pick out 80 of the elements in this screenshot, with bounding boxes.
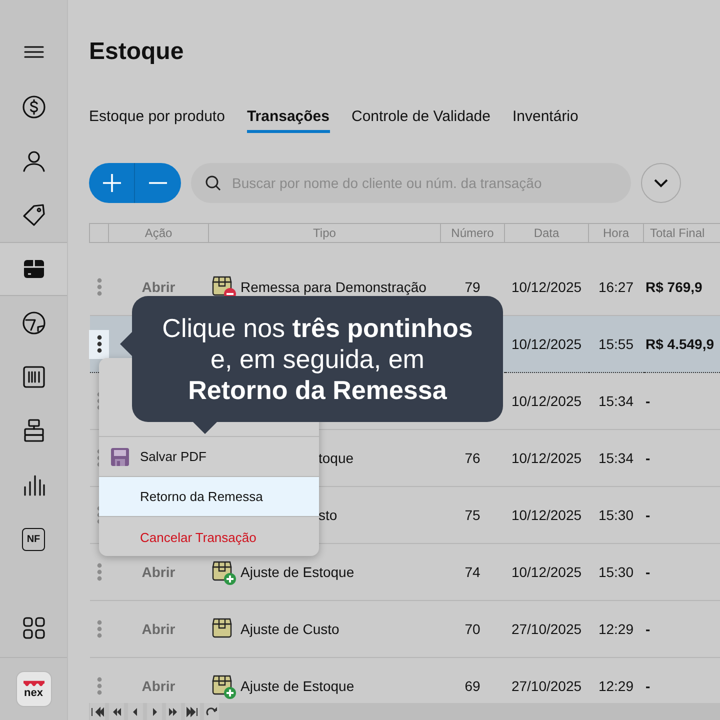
table-cell: 12:29 [598,678,634,694]
tab[interactable]: Controle de Validade [352,104,490,133]
tooltip-text: Clique nos três pontinhos e, em seguida, em Retorno da Remessa [162,312,473,406]
column-header: Hora [602,226,629,240]
more-options-button[interactable] [89,330,110,358]
logo-text: nex [24,688,43,698]
table-cell: 15:30 [598,564,634,580]
table-cell: 15:34 [598,393,634,409]
table-cell: 10/12/2025 [511,393,582,409]
column-header: Total Final [650,226,705,240]
tab[interactable]: Estoque por produto [89,104,225,133]
minus-icon [149,182,167,184]
table-cell: 74 [464,564,480,580]
sidebar-item[interactable] [0,242,67,296]
table-cell: 69 [464,678,480,694]
column-header: Número [451,226,494,240]
package-icon [210,559,236,585]
table-cell: 76 [464,450,480,466]
menu-item[interactable]: Cancelar Transação [99,517,319,556]
table-cell-text: - [644,621,652,637]
package-icon [210,673,236,699]
column-header: Data [534,226,560,240]
barcode-icon[interactable] [20,364,46,390]
tab[interactable]: Inventário [512,104,578,133]
table-cell: Remessa para Demonstração [240,278,426,294]
table-cell: 75 [464,507,480,523]
tag-icon[interactable] [20,202,46,228]
kebab-icon [96,563,102,581]
chevron-down-icon [653,178,669,188]
page-title: Estoque [89,38,184,66]
table-cell: 27/10/2025 [511,621,582,637]
nf-icon[interactable]: NF [22,528,45,550]
first-page-icon[interactable] [91,706,104,718]
column-header: Tipo [313,226,336,240]
table-cell: toque [318,450,354,466]
gauge-icon[interactable] [20,310,46,336]
table-cell: 15:34 [598,450,634,466]
table-cell-text: - [644,393,652,409]
search-icon [205,175,221,191]
add-button[interactable] [89,163,135,203]
kebab-icon [96,620,102,638]
user-icon[interactable] [20,148,46,174]
table-cell-text: R$ 769,9 [644,278,704,294]
apps-icon[interactable] [20,614,46,640]
kebab-icon [96,335,102,353]
sidebar-item[interactable]: NF [0,512,67,566]
kebab-icon [96,677,102,695]
table-cell: 10/12/2025 [511,507,582,523]
table-cell: 12:29 [598,621,634,637]
table-cell-text: - [644,450,652,466]
last-page-icon[interactable] [186,706,199,718]
table-cell: 16:27 [598,278,634,294]
dollar-icon[interactable] [20,94,46,120]
table-cell: 10/12/2025 [511,336,582,352]
refresh-icon[interactable] [205,706,218,718]
tab[interactable]: Transações [246,104,330,133]
menu-item[interactable]: Retorno da Remessa [99,477,319,517]
remove-button[interactable] [135,163,181,203]
table-cell-text: R$ 4.549,9 [644,336,715,352]
table-cell-text: - [644,507,652,523]
app-logo[interactable]: nex [16,671,52,707]
kebab-icon [96,278,102,296]
table-cell: 15:55 [598,336,634,352]
table-cell: 10/12/2025 [511,450,582,466]
awning-icon [22,680,46,686]
table-cell-text: - [644,678,652,694]
fast-forward-icon[interactable] [167,706,180,718]
table-cell: 70 [464,621,480,637]
table-cell: Ajuste de Estoque [240,564,354,580]
table-cell: Ajuste de Custo [240,621,340,637]
table-cell: sto [318,507,338,523]
table-cell: 10/12/2025 [511,564,582,580]
table-cell-text: - [644,564,652,580]
table-cell: Ajuste de Estoque [240,678,354,694]
table-cell: 27/10/2025 [511,678,582,694]
table-cell: 15:30 [598,507,634,523]
column-header: Ação [144,226,172,240]
table-cell: 10/12/2025 [511,278,582,294]
plus-icon [102,173,122,193]
table-cell: 79 [464,278,480,294]
